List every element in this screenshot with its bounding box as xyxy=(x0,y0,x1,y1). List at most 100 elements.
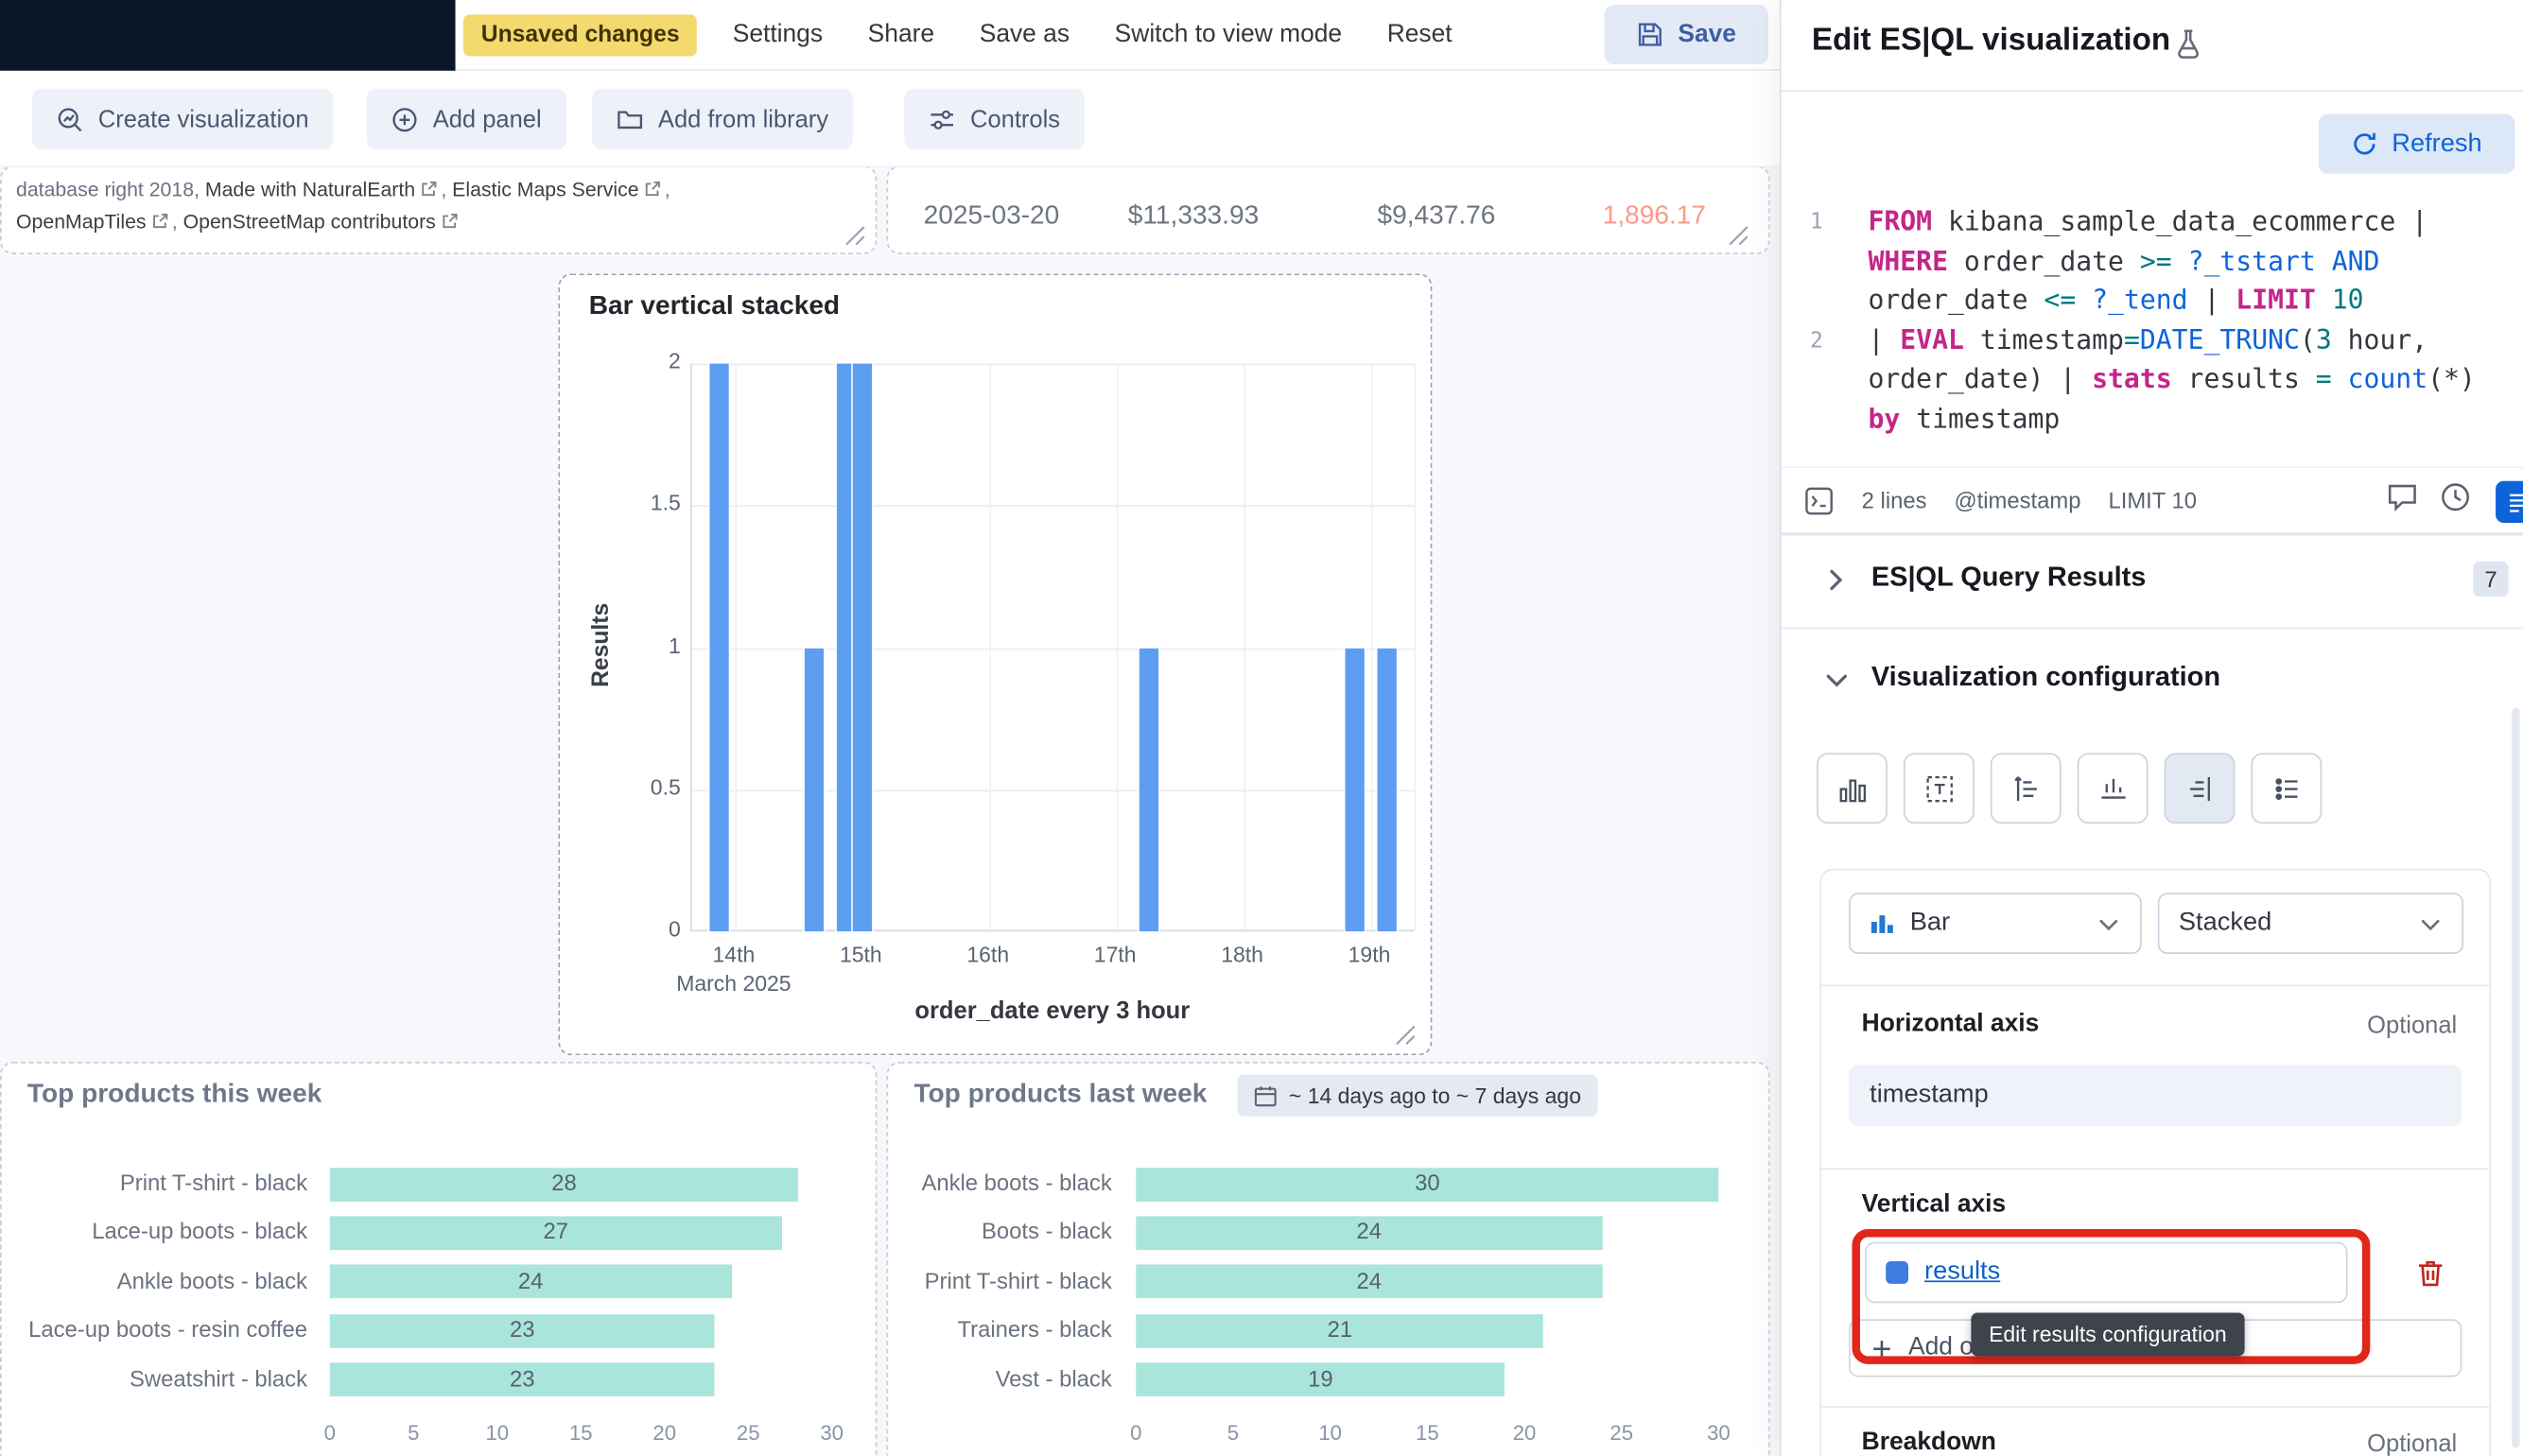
chart-style-icon-button[interactable] xyxy=(1817,753,1888,823)
folder-icon xyxy=(617,105,644,132)
results-field-link[interactable]: results xyxy=(1924,1258,2000,1288)
refresh-button[interactable]: Refresh xyxy=(2319,114,2515,174)
editor-limit: LIMIT 10 xyxy=(2108,488,2197,513)
x-tick-label: 18th xyxy=(1221,943,1263,967)
code-row: 1FROM kibana_sample_data_ecommerce | xyxy=(1782,202,2523,242)
top-nav-item[interactable]: Reset xyxy=(1387,20,1453,49)
chevron-down-icon xyxy=(2097,911,2121,936)
gridline xyxy=(1117,364,1119,930)
map-attribution-link[interactable]: Made with NaturalEarth xyxy=(205,179,441,201)
y-tick-label: 1 xyxy=(613,633,680,658)
code-token: order_date xyxy=(1868,285,2044,315)
series-color-swatch xyxy=(1886,1261,1908,1284)
metrics-panel: 2025-03-20$11,333.93$9,437.761,896.17 xyxy=(887,167,1770,254)
controls-button[interactable]: Controls xyxy=(904,89,1084,150)
horizontal-axis-label: Horizontal axis xyxy=(1862,1011,2040,1040)
code-token: hour, xyxy=(2332,324,2427,355)
save-icon xyxy=(1636,21,1663,48)
bar-value-label: 24 xyxy=(1136,1267,1602,1292)
code-token: LIMIT xyxy=(2236,285,2316,315)
esql-docs-button[interactable] xyxy=(2496,481,2523,523)
x-tick-label: 10 xyxy=(485,1420,509,1445)
category-label: Print T-shirt - black xyxy=(2,1170,321,1195)
bar-chart-mini-icon xyxy=(1870,912,1895,935)
stacking-select[interactable]: Stacked xyxy=(2158,893,2463,954)
create-visualization-button[interactable]: Create visualization xyxy=(32,89,333,150)
code-token xyxy=(2332,364,2348,394)
top-nav-bar: Unsaved changes Settings Share Save as Swit… xyxy=(0,0,1780,71)
code-token: >= xyxy=(2140,246,2172,276)
query-results-accordion[interactable]: ES|QL Query Results 7 xyxy=(1782,534,2523,628)
editor-time-field: @timestamp xyxy=(1954,488,2080,513)
esql-code-editor[interactable]: 1FROM kibana_sample_data_ecommerce |WHER… xyxy=(1782,183,2523,441)
panel-resize-handle[interactable] xyxy=(1395,1025,1416,1046)
text-labels-icon-button[interactable] xyxy=(1904,753,1975,823)
unsaved-changes-badge: Unsaved changes xyxy=(463,13,697,55)
code-token: (*) xyxy=(2427,364,2476,394)
x-tick-label: 15 xyxy=(569,1420,593,1445)
code-token xyxy=(2076,285,2092,315)
code-token: FROM xyxy=(1868,206,1932,236)
x-tick-label: 5 xyxy=(1227,1420,1239,1445)
code-row: by timestamp xyxy=(1782,401,2523,441)
code-row: 2| EVAL timestamp=DATE_TRUNC(3 hour, xyxy=(1782,321,2523,361)
chevron-down-icon xyxy=(1823,666,1851,693)
top-products-week-panel: Top products this week Print T-shirt - b… xyxy=(0,1062,877,1456)
line-number xyxy=(1782,282,1846,321)
kibana-header-dark-area xyxy=(0,0,456,70)
feedback-icon[interactable] xyxy=(2386,481,2418,522)
legend-icon-button[interactable] xyxy=(2251,753,2322,823)
top-nav-item[interactable]: Save as xyxy=(980,20,1070,49)
chart-type-select[interactable]: Bar xyxy=(1849,893,2142,954)
y-tick-label: 0 xyxy=(613,917,680,942)
chevron-right-icon xyxy=(1821,566,1849,594)
map-attribution-link[interactable]: OpenMapTiles xyxy=(16,211,172,234)
query-history-icon[interactable] xyxy=(2440,481,2472,522)
add-panel-button[interactable]: Add panel xyxy=(367,89,566,150)
panel-resize-handle[interactable] xyxy=(1728,225,1749,246)
add-from-library-button[interactable]: Add from library xyxy=(592,89,852,150)
category-label: Ankle boots - black xyxy=(2,1267,321,1292)
remove-dimension-button[interactable] xyxy=(2406,1248,2454,1296)
line-number: 1 xyxy=(1782,202,1846,242)
x-tick-label: 16th xyxy=(966,943,1009,967)
x-tick-label: 30 xyxy=(1707,1420,1731,1445)
refresh-icon xyxy=(2352,130,2379,158)
save-button[interactable]: Save xyxy=(1604,5,1768,64)
breakdown-optional: Optional xyxy=(2367,1430,2457,1456)
code-token: ( xyxy=(2300,324,2316,355)
code-token: timestamp xyxy=(1964,324,2124,355)
top-nav-item[interactable]: Share xyxy=(868,20,934,49)
visualization-configuration-accordion[interactable]: Visualization configuration xyxy=(1782,628,2523,731)
x-tick-label: 17th xyxy=(1094,943,1137,967)
bar xyxy=(805,648,824,931)
query-results-count-badge: 7 xyxy=(2473,562,2508,597)
external-link-icon xyxy=(147,211,172,234)
dashboard-region: Unsaved changes Settings Share Save as Swit… xyxy=(0,0,1780,1456)
x-tick-label: 30 xyxy=(820,1420,844,1445)
right-axis-icon-button[interactable] xyxy=(2165,753,2236,823)
horizontal-axis-field[interactable]: timestamp xyxy=(1849,1065,2462,1126)
visualization-configuration-title: Visualization configuration xyxy=(1871,661,2220,693)
top-nav-item[interactable]: Switch to view mode xyxy=(1115,20,1342,49)
top-nav-item[interactable]: Settings xyxy=(733,20,823,49)
bottom-axis-icon-button[interactable] xyxy=(2078,753,2149,823)
code-token: timestamp xyxy=(1900,404,2060,434)
flyout-title: Edit ES|QL visualization xyxy=(1812,23,2170,60)
left-axis-icon-button[interactable] xyxy=(1991,753,2062,823)
map-attribution-link[interactable]: Elastic Maps Service xyxy=(452,179,665,201)
bar xyxy=(710,364,729,932)
gridline xyxy=(1244,364,1245,930)
line-number xyxy=(1782,242,1846,282)
bar-value-label: 24 xyxy=(1136,1219,1602,1244)
bar-vertical-stacked-panel: Bar vertical stacked 00.511.5214thMarch … xyxy=(558,273,1432,1055)
map-panel: database right 2018, Made with NaturalEa… xyxy=(0,167,877,254)
code-token xyxy=(2172,246,2188,276)
gridline xyxy=(1415,364,1417,930)
panel-resize-handle[interactable] xyxy=(844,225,865,246)
map-attribution-link[interactable]: OpenStreetMap contributors xyxy=(183,211,461,234)
vertical-axis-dimension-button[interactable]: results xyxy=(1865,1242,2347,1304)
bar-value-label: 24 xyxy=(330,1267,732,1292)
flyout-scrollbar[interactable] xyxy=(2512,708,2520,1448)
code-token: ?_tend xyxy=(2092,285,2187,315)
